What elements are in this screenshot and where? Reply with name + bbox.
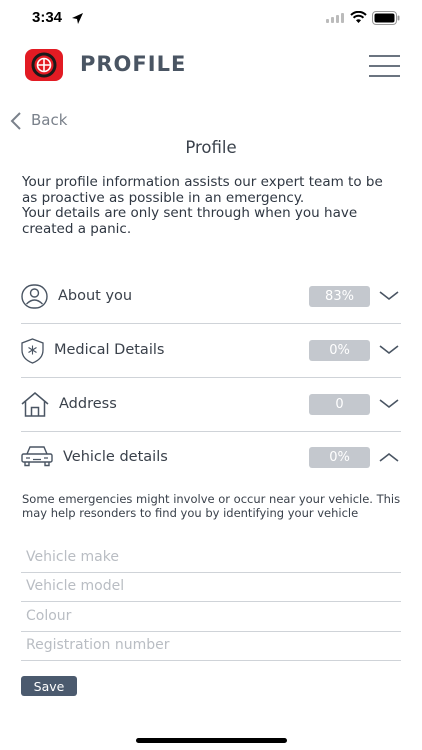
chevron-left-icon: [10, 112, 21, 130]
progress-badge: 0%: [309, 340, 370, 361]
section-label: Medical Details: [54, 342, 165, 358]
progress-badge: 0: [309, 394, 370, 415]
intro-text: Your profile information assists our exp…: [22, 174, 402, 237]
vehicle-make-input[interactable]: [21, 543, 402, 571]
registration-number-field: [21, 631, 402, 661]
vehicle-note: Some emergencies might involve or occur …: [22, 492, 401, 520]
menu-line: [369, 65, 400, 67]
hamburger-menu-button[interactable]: [369, 55, 400, 77]
section-label: Vehicle details: [63, 449, 168, 465]
menu-line: [369, 75, 400, 77]
menu-line: [369, 55, 400, 57]
location-arrow-icon: [72, 13, 83, 24]
divider: [21, 323, 401, 324]
section-address[interactable]: Address 0: [21, 384, 401, 424]
colour-input[interactable]: [21, 602, 402, 630]
chevron-up-icon: [379, 452, 399, 462]
logo-icon: [31, 52, 57, 78]
vehicle-model-field: [21, 572, 402, 602]
chevron-down-icon: [379, 399, 399, 409]
divider: [21, 431, 401, 432]
header-title: PROFILE: [80, 52, 187, 76]
section-label: Address: [59, 396, 117, 412]
colour-field: [21, 602, 402, 632]
app-header: PROFILE: [0, 40, 422, 90]
status-time: 3:34: [32, 9, 63, 26]
battery-icon: [372, 11, 400, 25]
car-icon: [21, 446, 53, 467]
intro-line-2: Your details are only sent through when …: [22, 205, 358, 237]
section-about-you[interactable]: About you 83%: [21, 276, 401, 316]
divider: [21, 377, 401, 378]
registration-number-input[interactable]: [21, 631, 402, 659]
wifi-icon: [350, 11, 367, 23]
intro-line-1: Your profile information assists our exp…: [22, 174, 383, 206]
home-indicator[interactable]: [136, 738, 287, 743]
progress-badge: 0%: [309, 447, 370, 468]
status-bar: 3:34: [0, 0, 422, 40]
back-label: Back: [31, 111, 68, 129]
person-icon: [21, 284, 48, 309]
cellular-signal-icon: [326, 13, 344, 23]
medical-shield-icon: [21, 338, 44, 364]
section-label: About you: [58, 288, 133, 304]
house-icon: [21, 392, 49, 417]
save-button[interactable]: Save: [21, 676, 77, 696]
chevron-down-icon: [379, 291, 399, 301]
vehicle-make-field: [21, 543, 402, 573]
section-vehicle-details[interactable]: Vehicle details 0%: [21, 437, 401, 477]
chevron-down-icon: [379, 345, 399, 355]
page-title: Profile: [185, 138, 237, 157]
section-medical-details[interactable]: Medical Details 0%: [21, 330, 401, 370]
progress-badge: 83%: [309, 286, 370, 307]
vehicle-model-input[interactable]: [21, 572, 402, 600]
app-logo: [25, 49, 63, 81]
